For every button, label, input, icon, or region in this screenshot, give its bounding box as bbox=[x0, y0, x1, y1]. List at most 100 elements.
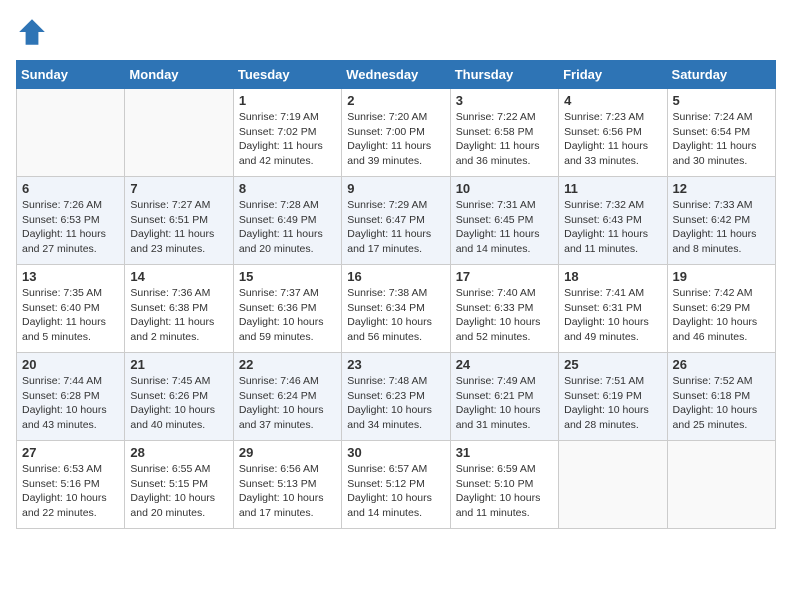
day-detail: Sunrise: 7:42 AMSunset: 6:29 PMDaylight:… bbox=[673, 286, 770, 345]
calendar-cell: 4Sunrise: 7:23 AMSunset: 6:56 PMDaylight… bbox=[559, 89, 667, 177]
day-number: 25 bbox=[564, 357, 661, 372]
day-detail: Sunrise: 7:51 AMSunset: 6:19 PMDaylight:… bbox=[564, 374, 661, 433]
col-header-wednesday: Wednesday bbox=[342, 61, 450, 89]
calendar-cell: 7Sunrise: 7:27 AMSunset: 6:51 PMDaylight… bbox=[125, 177, 233, 265]
calendar-cell: 2 Sunrise: 7:20 AMSunset: 7:00 PMDaylight… bbox=[342, 89, 450, 177]
day-number: 5 bbox=[673, 93, 770, 108]
calendar-cell: 17 Sunrise: 7:40 AMSunset: 6:33 PMDayligh… bbox=[450, 265, 558, 353]
day-number: 4 bbox=[564, 93, 661, 108]
day-detail: Sunrise: 7:32 AMSunset: 6:43 PMDaylight:… bbox=[564, 198, 661, 257]
day-detail: Sunrise: 7:37 AMSunset: 6:36 PMDaylight:… bbox=[239, 286, 336, 345]
calendar-cell: 23 Sunrise: 7:48 AMSunset: 6:23 PMDayligh… bbox=[342, 353, 450, 441]
col-header-monday: Monday bbox=[125, 61, 233, 89]
day-number: 12 bbox=[673, 181, 770, 196]
day-detail: Sunrise: 7:40 AMSunset: 6:33 PMDaylight:… bbox=[456, 286, 553, 345]
calendar-cell: 13 Sunrise: 7:35 AMSunset: 6:40 PMDayligh… bbox=[17, 265, 125, 353]
day-detail: Sunrise: 7:24 AMSunset: 6:54 PMDaylight:… bbox=[673, 110, 770, 169]
day-detail: Sunrise: 7:52 AMSunset: 6:18 PMDaylight:… bbox=[673, 374, 770, 433]
day-number: 15 bbox=[239, 269, 336, 284]
calendar-cell: 10 Sunrise: 7:31 AMSunset: 6:45 PMDayligh… bbox=[450, 177, 558, 265]
day-detail: Sunrise: 6:57 AMSunset: 5:12 PMDaylight:… bbox=[347, 462, 444, 521]
calendar-cell bbox=[559, 441, 667, 529]
calendar-week-row: 20 Sunrise: 7:44 AMSunset: 6:28 PMDayligh… bbox=[17, 353, 776, 441]
calendar-cell: 15 Sunrise: 7:37 AMSunset: 6:36 PMDayligh… bbox=[233, 265, 341, 353]
calendar-cell: 20 Sunrise: 7:44 AMSunset: 6:28 PMDayligh… bbox=[17, 353, 125, 441]
day-detail: Sunrise: 7:46 AMSunset: 6:24 PMDaylight:… bbox=[239, 374, 336, 433]
calendar-table: SundayMondayTuesdayWednesdayThursdayFrid… bbox=[16, 60, 776, 529]
calendar-cell: 25 Sunrise: 7:51 AMSunset: 6:19 PMDayligh… bbox=[559, 353, 667, 441]
day-detail: Sunrise: 7:19 AMSunset: 7:02 PMDaylight:… bbox=[239, 110, 336, 169]
day-number: 26 bbox=[673, 357, 770, 372]
day-detail: Sunrise: 7:27 AMSunset: 6:51 PMDaylight:… bbox=[130, 198, 227, 257]
col-header-sunday: Sunday bbox=[17, 61, 125, 89]
calendar-week-row: 13 Sunrise: 7:35 AMSunset: 6:40 PMDayligh… bbox=[17, 265, 776, 353]
page-header bbox=[16, 16, 776, 48]
day-detail: Sunrise: 7:45 AMSunset: 6:26 PMDaylight:… bbox=[130, 374, 227, 433]
day-detail: Sunrise: 7:31 AMSunset: 6:45 PMDaylight:… bbox=[456, 198, 553, 257]
calendar-cell: 3 Sunrise: 7:22 AMSunset: 6:58 PMDaylight… bbox=[450, 89, 558, 177]
day-number: 14 bbox=[130, 269, 227, 284]
day-detail: Sunrise: 7:38 AMSunset: 6:34 PMDaylight:… bbox=[347, 286, 444, 345]
calendar-cell bbox=[667, 441, 775, 529]
day-number: 11 bbox=[564, 181, 661, 196]
col-header-saturday: Saturday bbox=[667, 61, 775, 89]
calendar-cell: 30Sunrise: 6:57 AMSunset: 5:12 PMDayligh… bbox=[342, 441, 450, 529]
day-number: 31 bbox=[456, 445, 553, 460]
day-number: 2 bbox=[347, 93, 444, 108]
calendar-cell: 5 Sunrise: 7:24 AMSunset: 6:54 PMDaylight… bbox=[667, 89, 775, 177]
day-detail: Sunrise: 7:20 AMSunset: 7:00 PMDaylight:… bbox=[347, 110, 444, 169]
calendar-cell: 26 Sunrise: 7:52 AMSunset: 6:18 PMDayligh… bbox=[667, 353, 775, 441]
day-number: 17 bbox=[456, 269, 553, 284]
day-number: 27 bbox=[22, 445, 119, 460]
calendar-cell: 28 Sunrise: 6:55 AMSunset: 5:15 PMDayligh… bbox=[125, 441, 233, 529]
day-number: 9 bbox=[347, 181, 444, 196]
day-detail: Sunrise: 6:53 AMSunset: 5:16 PMDaylight:… bbox=[22, 462, 119, 521]
day-number: 21 bbox=[130, 357, 227, 372]
day-number: 28 bbox=[130, 445, 227, 460]
calendar-cell: 14 Sunrise: 7:36 AMSunset: 6:38 PMDayligh… bbox=[125, 265, 233, 353]
day-number: 10 bbox=[456, 181, 553, 196]
calendar-cell: 11 Sunrise: 7:32 AMSunset: 6:43 PMDayligh… bbox=[559, 177, 667, 265]
calendar-cell: 12Sunrise: 7:33 AMSunset: 6:42 PMDayligh… bbox=[667, 177, 775, 265]
day-number: 24 bbox=[456, 357, 553, 372]
calendar-cell: 19 Sunrise: 7:42 AMSunset: 6:29 PMDayligh… bbox=[667, 265, 775, 353]
col-header-tuesday: Tuesday bbox=[233, 61, 341, 89]
logo-icon bbox=[16, 16, 48, 48]
calendar-cell: 16 Sunrise: 7:38 AMSunset: 6:34 PMDayligh… bbox=[342, 265, 450, 353]
calendar-cell: 29 Sunrise: 6:56 AMSunset: 5:13 PMDayligh… bbox=[233, 441, 341, 529]
day-number: 18 bbox=[564, 269, 661, 284]
day-number: 23 bbox=[347, 357, 444, 372]
day-number: 19 bbox=[673, 269, 770, 284]
day-detail: Sunrise: 7:35 AMSunset: 6:40 PMDaylight:… bbox=[22, 286, 119, 345]
logo bbox=[16, 16, 52, 48]
day-detail: Sunrise: 7:36 AMSunset: 6:38 PMDaylight:… bbox=[130, 286, 227, 345]
col-header-friday: Friday bbox=[559, 61, 667, 89]
calendar-cell: 9Sunrise: 7:29 AMSunset: 6:47 PMDaylight… bbox=[342, 177, 450, 265]
col-header-thursday: Thursday bbox=[450, 61, 558, 89]
day-number: 8 bbox=[239, 181, 336, 196]
day-number: 13 bbox=[22, 269, 119, 284]
day-detail: Sunrise: 7:49 AMSunset: 6:21 PMDaylight:… bbox=[456, 374, 553, 433]
day-number: 16 bbox=[347, 269, 444, 284]
day-detail: Sunrise: 7:41 AMSunset: 6:31 PMDaylight:… bbox=[564, 286, 661, 345]
day-number: 3 bbox=[456, 93, 553, 108]
calendar-header-row: SundayMondayTuesdayWednesdayThursdayFrid… bbox=[17, 61, 776, 89]
day-number: 20 bbox=[22, 357, 119, 372]
calendar-cell: 8 Sunrise: 7:28 AMSunset: 6:49 PMDaylight… bbox=[233, 177, 341, 265]
day-number: 29 bbox=[239, 445, 336, 460]
calendar-cell: 21 Sunrise: 7:45 AMSunset: 6:26 PMDayligh… bbox=[125, 353, 233, 441]
day-detail: Sunrise: 6:59 AMSunset: 5:10 PMDaylight:… bbox=[456, 462, 553, 521]
calendar-cell: 18 Sunrise: 7:41 AMSunset: 6:31 PMDayligh… bbox=[559, 265, 667, 353]
day-detail: Sunrise: 7:22 AMSunset: 6:58 PMDaylight:… bbox=[456, 110, 553, 169]
day-detail: Sunrise: 7:48 AMSunset: 6:23 PMDaylight:… bbox=[347, 374, 444, 433]
calendar-cell: 24 Sunrise: 7:49 AMSunset: 6:21 PMDayligh… bbox=[450, 353, 558, 441]
calendar-week-row: 1Sunrise: 7:19 AMSunset: 7:02 PMDaylight… bbox=[17, 89, 776, 177]
calendar-cell: 6Sunrise: 7:26 AMSunset: 6:53 PMDaylight… bbox=[17, 177, 125, 265]
day-detail: Sunrise: 6:56 AMSunset: 5:13 PMDaylight:… bbox=[239, 462, 336, 521]
calendar-cell: 31 Sunrise: 6:59 AMSunset: 5:10 PMDayligh… bbox=[450, 441, 558, 529]
day-detail: Sunrise: 7:28 AMSunset: 6:49 PMDaylight:… bbox=[239, 198, 336, 257]
calendar-cell bbox=[17, 89, 125, 177]
day-detail: Sunrise: 7:44 AMSunset: 6:28 PMDaylight:… bbox=[22, 374, 119, 433]
day-number: 22 bbox=[239, 357, 336, 372]
day-detail: Sunrise: 6:55 AMSunset: 5:15 PMDaylight:… bbox=[130, 462, 227, 521]
